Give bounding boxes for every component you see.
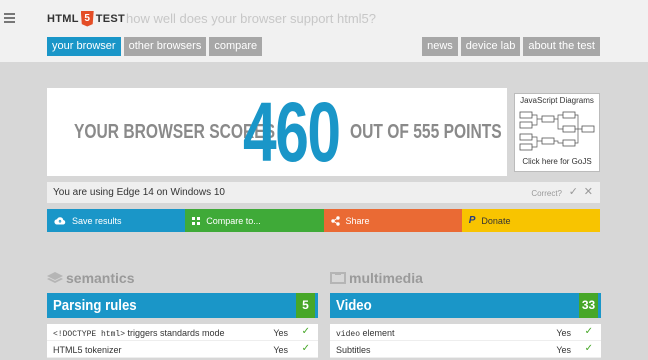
paypal-icon: P [468, 215, 476, 226]
save-results-button[interactable]: Save results [47, 209, 186, 232]
diagram-thumbnail-icon [519, 111, 595, 151]
tab-device-lab[interactable]: device lab [460, 37, 521, 56]
feature-result: Yes [273, 328, 288, 338]
save-results-label: Save results [72, 215, 122, 226]
feature-result: Yes [273, 345, 288, 355]
ad-cta: Click here for GoJS [522, 157, 592, 166]
video-list: video element Yes ✓ Subtitles Yes ✓ [330, 324, 601, 358]
feature-code: video [336, 330, 361, 339]
user-agent-text: You are using Edge 14 on Windows 10 [53, 187, 225, 198]
feature-text: HTML5 tokenizer [53, 345, 122, 355]
list-item[interactable]: <!DOCTYPE html> triggers standards mode … [47, 324, 318, 341]
compare-to-label: Compare to... [206, 215, 261, 226]
parsing-rules-list: <!DOCTYPE html> triggers standards mode … [47, 324, 318, 358]
confirm-check-icon[interactable]: ✓ [569, 185, 578, 198]
category-name: Video [336, 297, 372, 314]
tab-other-browsers[interactable]: other browsers [123, 37, 207, 56]
top-bar: HTML 5 TEST how well does your browser s… [0, 0, 648, 62]
site-logo[interactable]: HTML 5 TEST [47, 10, 125, 27]
check-icon: ✓ [301, 326, 310, 337]
tagline: how well does your browser support html5… [126, 11, 377, 26]
feature-label: Subtitles [336, 345, 371, 355]
feature-code: <!DOCTYPE html> [53, 330, 126, 339]
share-label: Share [345, 215, 370, 226]
grid-icon [192, 216, 201, 225]
check-icon: ✓ [584, 343, 593, 354]
section-title-semantics: semantics [47, 270, 134, 286]
compare-to-button[interactable]: Compare to... [185, 209, 324, 232]
tab-news[interactable]: news [422, 37, 458, 56]
logo-html: HTML [47, 12, 79, 25]
action-bar: Save results Compare to... Share P Donat… [47, 209, 600, 232]
list-item[interactable]: HTML5 tokenizer Yes ✓ [47, 341, 318, 358]
ad-title: JavaScript Diagrams [520, 96, 594, 105]
multimedia-icon [330, 272, 346, 284]
reject-x-icon[interactable]: ✕ [584, 185, 593, 198]
check-icon: ✓ [584, 326, 593, 337]
list-item[interactable]: Subtitles Yes ✓ [330, 341, 601, 358]
donate-button[interactable]: P Donate [461, 209, 600, 232]
gojs-ad[interactable]: JavaScript Diagrams Click here for GoJS [514, 93, 600, 172]
check-icon: ✓ [301, 343, 310, 354]
feature-label: video element [336, 328, 395, 339]
score-value: 460 [243, 85, 341, 179]
share-button[interactable]: Share [323, 209, 462, 232]
feature-result: Yes [556, 345, 571, 355]
feature-text: Subtitles [336, 345, 371, 355]
html5-shield-icon: 5 [80, 10, 94, 27]
semantics-icon [47, 272, 63, 283]
section-title-multimedia: multimedia [330, 270, 423, 286]
list-item[interactable]: video element Yes ✓ [330, 324, 601, 341]
logo-test: TEST [95, 12, 126, 25]
primary-nav: your browser other browsers compare [47, 37, 263, 56]
category-score: 33 [579, 293, 598, 318]
category-parsing-rules[interactable]: Parsing rules 5 [47, 293, 318, 318]
tab-compare[interactable]: compare [209, 37, 263, 56]
section-title-semantics-label: semantics [66, 270, 135, 286]
category-video[interactable]: Video 33 [330, 293, 601, 318]
tab-about-the-test[interactable]: about the test [523, 37, 600, 56]
donate-label: Donate [481, 215, 511, 226]
user-agent-bar: You are using Edge 14 on Windows 10 Corr… [47, 182, 600, 203]
secondary-nav: news device lab about the test [422, 37, 600, 56]
cloud-upload-icon [54, 217, 66, 225]
feature-label: HTML5 tokenizer [53, 345, 122, 355]
score-suffix: OUT OF 555 POINTS [350, 120, 502, 143]
feature-result: Yes [556, 328, 571, 338]
score-panel: YOUR BROWSER SCORES 460 OUT OF 555 POINT… [47, 88, 507, 176]
category-name: Parsing rules [53, 297, 137, 314]
feature-label: <!DOCTYPE html> triggers standards mode [53, 328, 225, 339]
hamburger-icon[interactable] [4, 13, 15, 23]
correct-label: Correct? [531, 189, 562, 198]
category-score: 5 [296, 293, 315, 318]
section-title-multimedia-label: multimedia [349, 270, 423, 286]
share-icon [330, 215, 340, 226]
feature-text: triggers standards mode [125, 328, 225, 338]
feature-text: element [360, 328, 395, 338]
tab-your-browser[interactable]: your browser [47, 37, 121, 56]
